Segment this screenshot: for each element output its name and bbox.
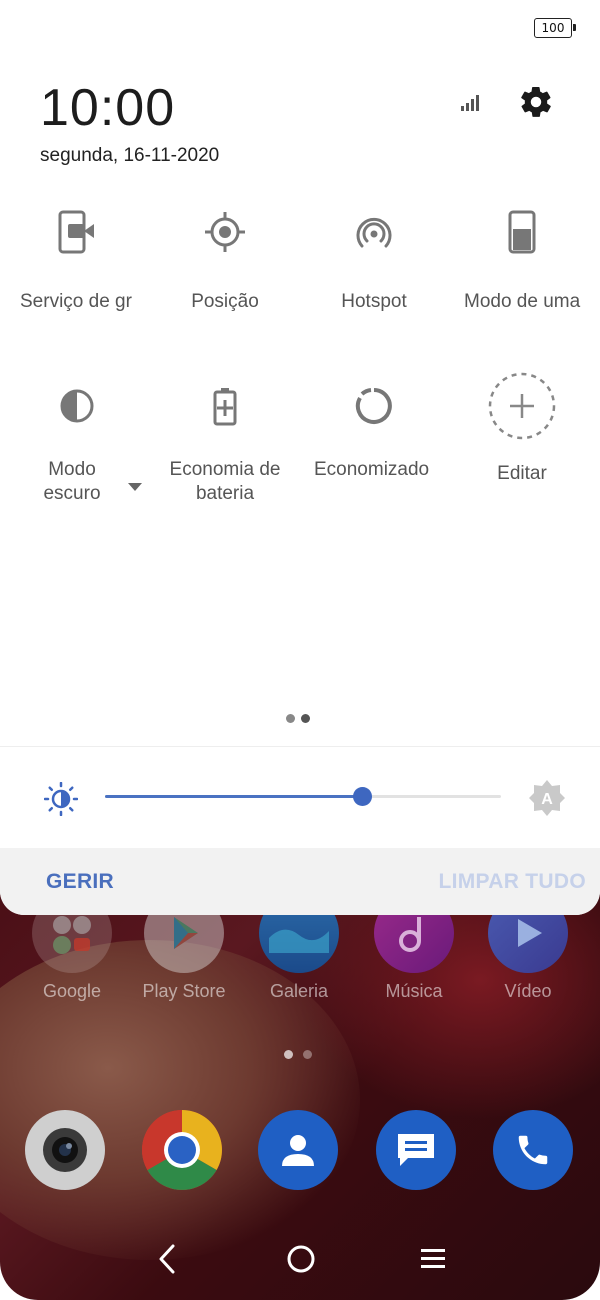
app-label: Google — [42, 981, 102, 1001]
settings-gear-icon[interactable] — [518, 84, 554, 125]
clock: 10:00 — [40, 79, 176, 137]
navigation-bar — [0, 1225, 600, 1295]
messages-icon[interactable] — [376, 1110, 456, 1190]
recents-button[interactable] — [419, 1243, 447, 1280]
brightness-slider-thumb[interactable] — [353, 787, 373, 806]
tile-label: Serviço de gr — [20, 291, 132, 312]
home-page-indicator — [284, 1050, 312, 1059]
tile-label: Hotspot — [341, 291, 407, 312]
tile-label: Economizado — [314, 459, 430, 480]
contacts-icon[interactable] — [258, 1110, 338, 1190]
clear-all-button[interactable]: LIMPAR TUDO — [438, 870, 586, 894]
app-label: Play Store — [142, 981, 226, 1001]
brightness-icon — [43, 781, 79, 821]
tile-dark-mode[interactable]: Modo escuro — [2, 376, 152, 506]
tile-screen-record[interactable]: Serviço de gr — [2, 202, 152, 314]
add-icon — [447, 372, 597, 440]
quick-settings-page-indicator — [286, 714, 310, 723]
tile-data-saver[interactable]: Economizado — [299, 376, 449, 482]
brightness-control: A — [0, 760, 600, 840]
hotspot-icon — [299, 202, 449, 262]
tile-label: Modo de uma — [464, 291, 581, 312]
signal-icon — [460, 92, 482, 117]
tile-battery-saver[interactable]: Economia de bateria — [150, 376, 300, 506]
app-label: Vídeo — [504, 981, 552, 1001]
divider — [0, 746, 600, 747]
manage-button[interactable]: GERIR — [46, 870, 114, 894]
date: segunda, 16-11-2020 — [40, 145, 220, 166]
tile-location[interactable]: Posição — [150, 202, 300, 314]
camera-icon[interactable] — [25, 1110, 105, 1190]
svg-text:A: A — [541, 791, 553, 808]
location-icon — [150, 202, 300, 262]
app-label: Música — [385, 981, 443, 1001]
data-saver-icon — [299, 376, 449, 436]
battery-indicator: 100 — [534, 18, 576, 38]
tile-one-hand-mode[interactable]: Modo de uma — [447, 202, 597, 314]
back-button[interactable] — [155, 1243, 179, 1280]
one-hand-mode-icon — [447, 202, 597, 262]
tile-label: Modo escuro — [43, 459, 101, 504]
phone-icon[interactable] — [493, 1110, 573, 1190]
app-label: Galeria — [269, 981, 329, 1001]
brightness-slider[interactable] — [105, 787, 501, 806]
battery-saver-icon — [150, 376, 300, 436]
notification-actions-bar: GERIR LIMPAR TUDO — [0, 848, 600, 915]
tile-edit[interactable]: Editar — [447, 372, 597, 486]
home-button[interactable] — [286, 1243, 316, 1280]
screen-record-icon — [2, 202, 152, 262]
chrome-icon[interactable] — [142, 1110, 222, 1190]
tile-label: Posição — [191, 291, 259, 312]
tile-label: Economia de bateria — [169, 459, 281, 504]
dark-mode-icon — [2, 376, 152, 436]
brightness-slider-fill — [105, 795, 363, 798]
dropdown-arrow-icon[interactable] — [128, 479, 142, 497]
auto-brightness-icon[interactable]: A — [527, 778, 567, 823]
tile-hotspot[interactable]: Hotspot — [299, 202, 449, 314]
tile-label: Editar — [497, 463, 547, 484]
quick-settings-panel: 100 10:00 segunda, 16-11-2020 Serviço de… — [0, 0, 600, 915]
